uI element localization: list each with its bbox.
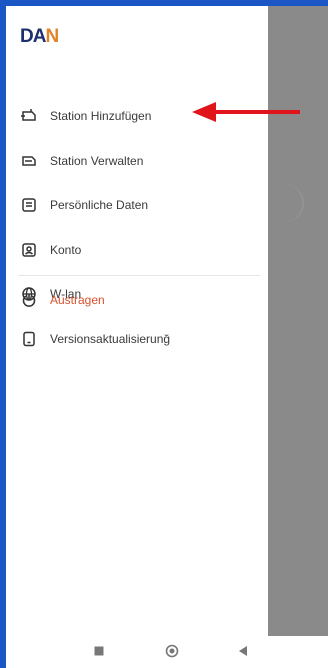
menu-item-label: Station Hinzufügen xyxy=(50,109,152,124)
back-triangle-icon[interactable] xyxy=(237,644,249,662)
menu-divider xyxy=(18,275,260,276)
menu-item-label: Persönliche Daten xyxy=(50,198,149,213)
background-decoration xyxy=(282,184,304,222)
menu-item-manage-station[interactable]: Station Verwalten xyxy=(6,139,268,184)
phone-icon xyxy=(20,330,38,348)
menu-item-label: Versionsaktualisierunğ xyxy=(50,331,171,346)
logout-section: Austragen xyxy=(6,278,268,323)
menu-item-personal-data[interactable]: Persönliche Daten xyxy=(6,183,268,228)
add-station-icon xyxy=(20,107,38,125)
logout-label: Austragen xyxy=(50,293,105,308)
app-logo: DAN xyxy=(20,26,59,47)
power-icon xyxy=(20,291,38,309)
account-icon xyxy=(20,241,38,259)
logout-button[interactable]: Austragen xyxy=(6,278,268,323)
circle-home-icon[interactable] xyxy=(165,644,179,663)
menu-item-version-update[interactable]: Versionsaktualisierunğ xyxy=(6,317,268,362)
system-navigation-bar xyxy=(6,636,328,668)
manage-station-icon xyxy=(20,152,38,170)
menu-item-label: Station Verwalten xyxy=(50,153,144,168)
pointer-arrow-icon xyxy=(192,102,300,122)
square-icon[interactable] xyxy=(93,644,105,662)
personal-data-icon xyxy=(20,196,38,214)
menu-item-account[interactable]: Konto xyxy=(6,228,268,273)
menu-item-label: Konto xyxy=(50,242,82,257)
